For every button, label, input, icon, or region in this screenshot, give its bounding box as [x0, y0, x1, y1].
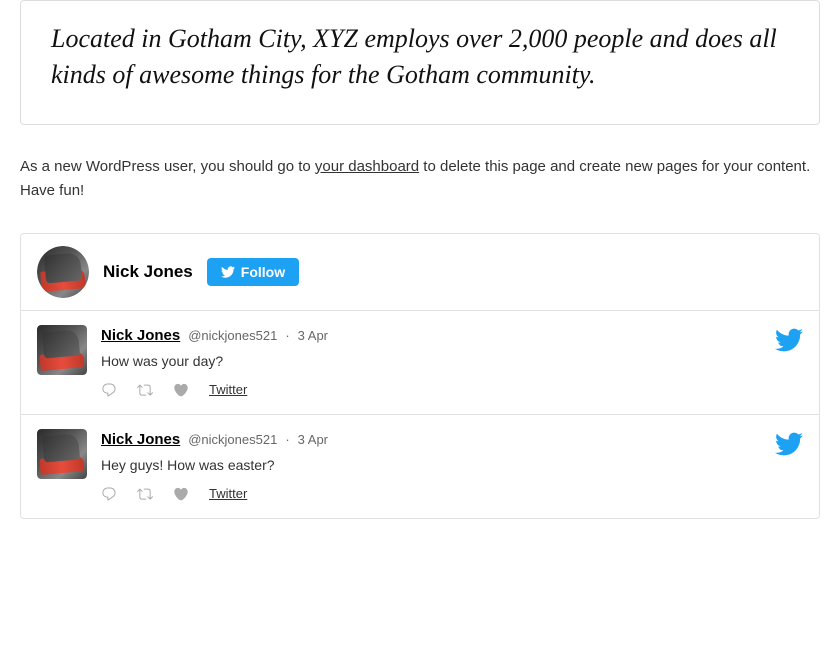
twitter-header: Nick Jones Follow	[21, 234, 819, 311]
twitter-header-name: Nick Jones	[103, 259, 193, 285]
avatar-image-2	[37, 429, 87, 479]
like-button-1[interactable]	[173, 382, 189, 398]
tweet-avatar-2	[37, 429, 87, 479]
retweet-button-1[interactable]	[137, 382, 153, 398]
tweet-row-2: Nick Jones @nickjones521 · 3 Apr Hey guy…	[21, 415, 819, 518]
follow-label: Follow	[241, 264, 285, 280]
like-icon-1	[173, 382, 189, 398]
reply-icon-1	[101, 382, 117, 398]
reply-button-2[interactable]	[101, 486, 117, 502]
tweet-meta-2: Nick Jones @nickjones521 · 3 Apr	[101, 429, 803, 452]
reply-button-1[interactable]	[101, 382, 117, 398]
tweet-content-1: Nick Jones @nickjones521 · 3 Apr How was…	[101, 325, 803, 400]
like-icon-2	[173, 486, 189, 502]
twitter-widget: Nick Jones Follow Nick Jones @nickjones5…	[20, 233, 820, 519]
page-wrapper: Located in Gotham City, XYZ employs over…	[0, 0, 840, 672]
tweet-row: Nick Jones @nickjones521 · 3 Apr How was…	[21, 311, 819, 415]
tweet-handle-1: @nickjones521	[188, 326, 277, 346]
tweet-dot-1: ·	[285, 326, 289, 346]
tweet-date-1: 3 Apr	[298, 326, 328, 346]
twitter-bird-large-1	[775, 325, 803, 367]
twitter-link-1[interactable]: Twitter	[209, 380, 247, 400]
quote-card: Located in Gotham City, XYZ employs over…	[20, 0, 820, 125]
twitter-bird-icon-small	[221, 265, 235, 279]
tweet-dot-2: ·	[285, 430, 289, 450]
twitter-link-2[interactable]: Twitter	[209, 484, 247, 504]
retweet-button-2[interactable]	[137, 486, 153, 502]
tweet-name-2[interactable]: Nick Jones	[101, 429, 180, 452]
tweet-meta-1: Nick Jones @nickjones521 · 3 Apr	[101, 325, 803, 348]
follow-button[interactable]: Follow	[207, 258, 299, 286]
tweet-text-2: Hey guys! How was easter?	[101, 455, 803, 476]
tweet-avatar-1	[37, 325, 87, 375]
tweet-actions-1: Twitter	[101, 380, 803, 400]
twitter-bird-svg-2	[775, 430, 803, 458]
tweet-name-1[interactable]: Nick Jones	[101, 325, 180, 348]
wp-notice: As a new WordPress user, you should go t…	[0, 145, 840, 223]
twitter-bird-large-2	[775, 429, 803, 471]
tweet-date-2: 3 Apr	[298, 430, 328, 450]
wp-notice-text-before: As a new WordPress user, you should go t…	[20, 158, 315, 175]
dashboard-link[interactable]: your dashboard	[315, 158, 419, 175]
retweet-icon-1	[137, 382, 153, 398]
tweet-content-2: Nick Jones @nickjones521 · 3 Apr Hey guy…	[101, 429, 803, 504]
quote-text: Located in Gotham City, XYZ employs over…	[51, 21, 789, 94]
retweet-icon-2	[137, 486, 153, 502]
tweet-handle-2: @nickjones521	[188, 430, 277, 450]
tweet-text-1: How was your day?	[101, 351, 803, 372]
reply-icon-2	[101, 486, 117, 502]
like-button-2[interactable]	[173, 486, 189, 502]
avatar-image-1	[37, 325, 87, 375]
tweet-actions-2: Twitter	[101, 484, 803, 504]
avatar-image	[37, 246, 89, 298]
twitter-bird-svg-1	[775, 326, 803, 354]
twitter-header-avatar	[37, 246, 89, 298]
